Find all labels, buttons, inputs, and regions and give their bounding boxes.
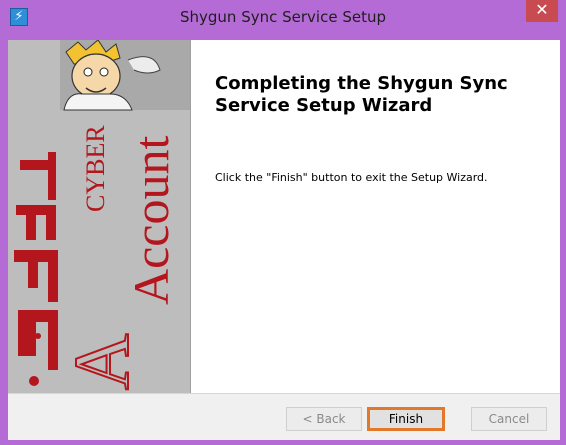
cancel-button[interactable]: Cancel (471, 407, 547, 431)
close-button[interactable]: ✕ (526, 0, 558, 22)
back-button[interactable]: < Back (286, 407, 362, 431)
title-bar[interactable]: ⚡ Shygun Sync Service Setup ✕ (0, 0, 566, 34)
banner-artwork: CYBER Account A (14, 40, 190, 391)
brand-primary-text: Account (123, 136, 179, 305)
button-bar: < Back Finish Cancel (8, 393, 560, 440)
brand-secondary-text: CYBER (81, 125, 110, 212)
wizard-client-area: CYBER Account A Completing the Shygun Sy… (8, 40, 560, 440)
cartoon-character-icon (60, 40, 190, 111)
brand-arabic-mark (14, 152, 58, 370)
wizard-banner: CYBER Account A (8, 40, 190, 393)
finish-button[interactable]: Finish (367, 407, 445, 431)
seal-icon (29, 376, 39, 386)
banner-divider (190, 40, 191, 393)
brand-letter-outline: A (58, 334, 145, 390)
wizard-instruction: Click the "Finish" button to exit the Se… (215, 171, 488, 184)
wizard-heading: Completing the Shygun Sync Service Setup… (215, 73, 508, 116)
setup-window: ⚡ Shygun Sync Service Setup ✕ CYBER Acco… (0, 0, 566, 445)
window-title: Shygun Sync Service Setup (180, 8, 386, 26)
